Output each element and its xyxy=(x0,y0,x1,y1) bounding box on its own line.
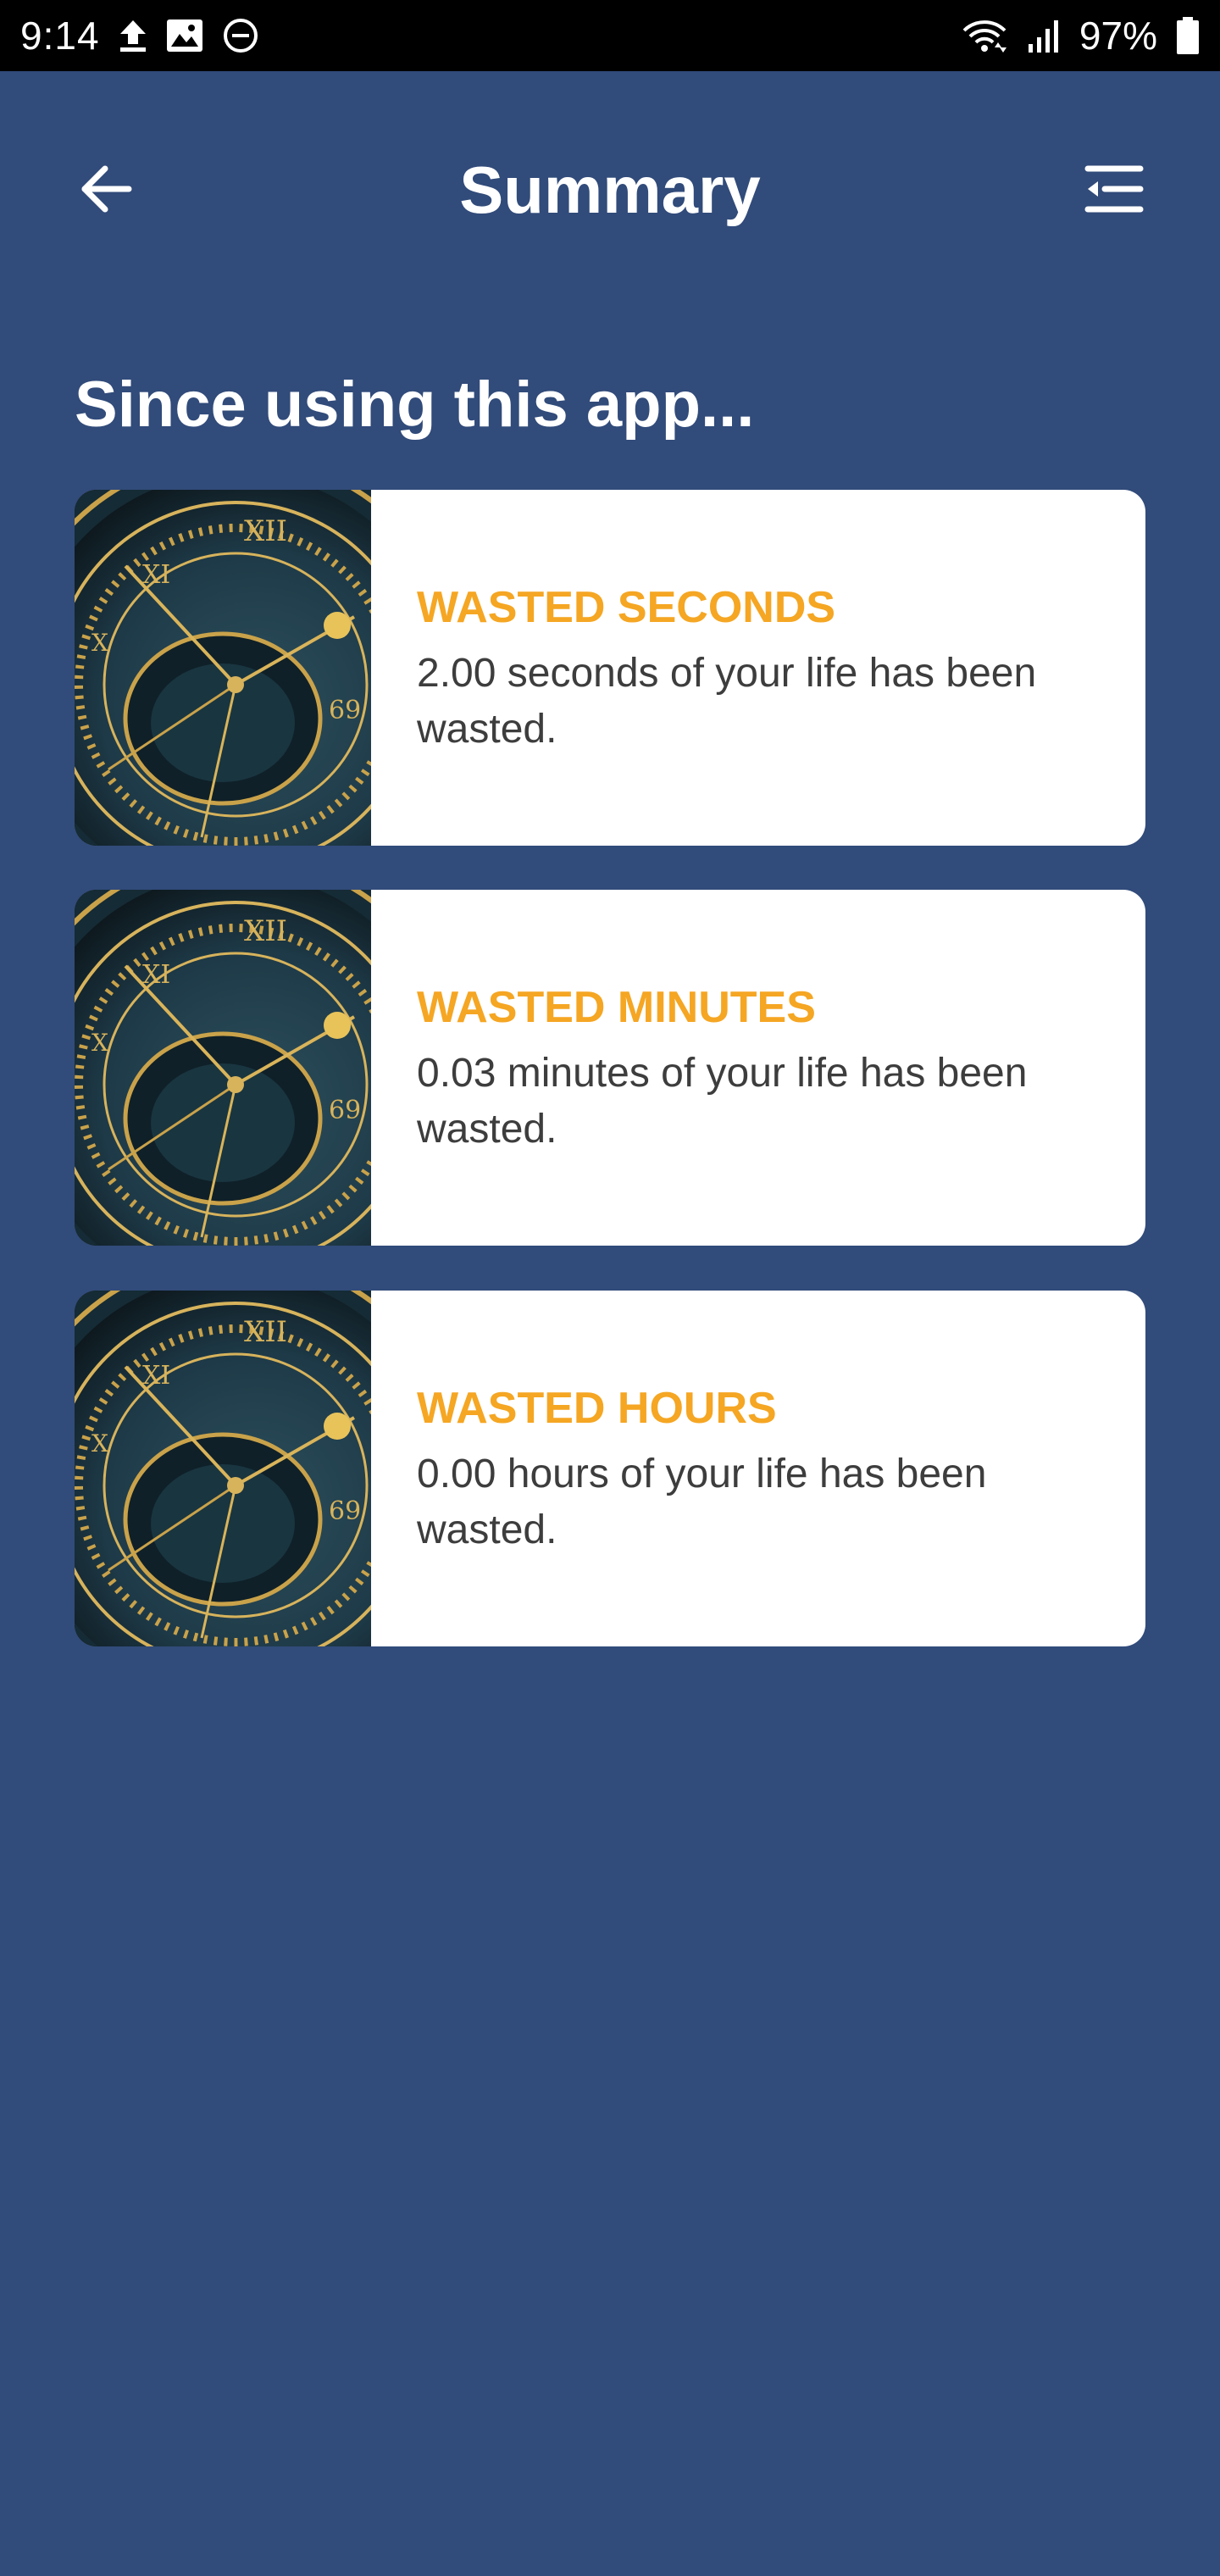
status-bar: 9:14 97% xyxy=(0,0,1220,71)
card-title: WASTED MINUTES xyxy=(417,983,816,1032)
card-wasted-hours[interactable]: XII XI X 69 WASTED HOURS 0.00 hours of y… xyxy=(75,1291,1145,1646)
image-icon xyxy=(166,19,203,53)
status-time: 9:14 xyxy=(20,14,100,58)
svg-text:XII: XII xyxy=(244,914,287,948)
card-wasted-seconds[interactable]: XII XI X 69 WASTED SECONDS 2.00 seconds … xyxy=(75,490,1145,846)
battery-icon xyxy=(1176,16,1200,55)
astronomical-clock-image: XII XI X 69 xyxy=(75,890,371,1246)
card-title: WASTED HOURS xyxy=(417,1384,777,1433)
svg-text:X: X xyxy=(92,629,108,657)
card-text: 2.00 seconds of your life has been waste… xyxy=(417,651,1037,752)
svg-text:69: 69 xyxy=(329,696,361,725)
upload-icon xyxy=(119,19,147,53)
astronomical-clock-image: XII XI X 69 xyxy=(75,1291,371,1646)
svg-text:69: 69 xyxy=(329,1096,361,1125)
status-bar-right: 97% xyxy=(961,13,1200,58)
card-title: WASTED SECONDS xyxy=(417,583,836,632)
svg-text:XII: XII xyxy=(244,1315,287,1349)
card-wasted-minutes[interactable]: XII XI X 69 WASTED MINUTES 0.03 minutes … xyxy=(75,890,1145,1246)
svg-text:XI: XI xyxy=(142,560,170,590)
svg-text:XI: XI xyxy=(142,1361,170,1391)
card-body: WASTED SECONDS 2.00 seconds of your life… xyxy=(371,490,1145,846)
signal-icon xyxy=(1027,17,1061,54)
page-title: Summary xyxy=(459,153,761,227)
menu-collapse-icon xyxy=(1084,164,1144,219)
app-header: Summary xyxy=(0,71,1220,300)
do-not-disturb-icon xyxy=(222,17,259,54)
wifi-icon xyxy=(961,17,1008,54)
astronomical-clock-image: XII XI X 69 xyxy=(75,490,371,846)
card-body: WASTED HOURS 0.00 hours of your life has… xyxy=(371,1291,1145,1646)
battery-percent: 97% xyxy=(1079,14,1157,58)
svg-text:XII: XII xyxy=(244,514,287,548)
section-heading: Since using this app... xyxy=(75,369,755,441)
status-bar-left: 9:14 xyxy=(20,13,259,58)
svg-text:X: X xyxy=(92,1029,108,1057)
menu-button[interactable] xyxy=(1076,153,1152,229)
svg-text:69: 69 xyxy=(329,1496,361,1526)
card-body: WASTED MINUTES 0.03 minutes of your life… xyxy=(371,890,1145,1246)
svg-text:X: X xyxy=(92,1430,108,1457)
card-text: 0.00 hours of your life has been wasted. xyxy=(417,1452,987,1552)
svg-text:XI: XI xyxy=(142,960,170,990)
card-text: 0.03 minutes of your life has been waste… xyxy=(417,1051,1028,1152)
